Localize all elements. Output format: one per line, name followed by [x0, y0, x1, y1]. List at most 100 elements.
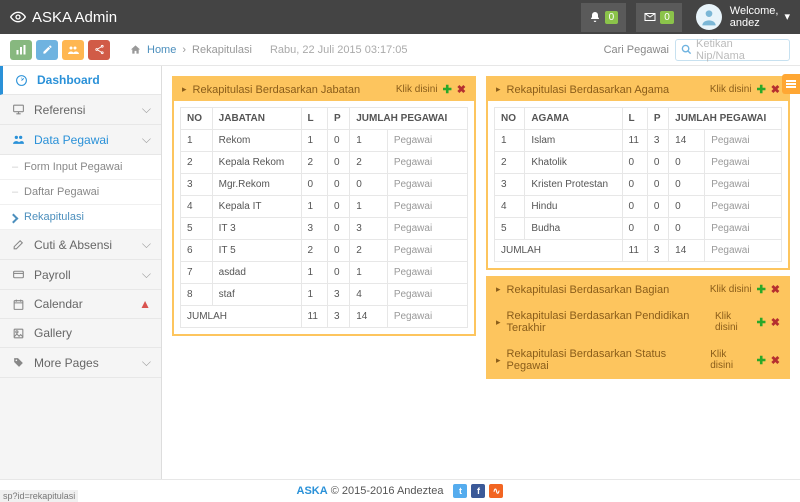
chevron-right-icon: ▸ [496, 284, 501, 295]
sidebar-item-gallery[interactable]: Gallery [0, 319, 161, 348]
sidebar-sub-form-input[interactable]: Form Input Pegawai [0, 155, 161, 180]
table-row: 3Kristen Protestan000Pegawai [495, 174, 782, 196]
edit-icon [12, 238, 25, 251]
table-jabatan: NO JABATAN L P JUMLAH PEGAWAI 1Rekom101P… [180, 107, 468, 328]
table-row: 1Rekom101Pegawai [181, 130, 468, 152]
brand[interactable]: ASKA Admin [10, 9, 117, 26]
breadcrumb: Home › Rekapitulasi Rabu, 22 Juli 2015 0… [130, 44, 408, 56]
sidebar-sub-rekapitulasi[interactable]: Rekapitulasi [0, 205, 161, 230]
chevron-down-icon: ⌵ [142, 355, 151, 370]
search-label: Cari Pegawai [604, 44, 669, 56]
breadcrumb-date: Rabu, 22 Juli 2015 03:17:05 [270, 44, 408, 56]
panel-agama-header[interactable]: ▸ Rekapitulasi Berdasarkan Agama Klik di… [488, 78, 788, 101]
image-icon [12, 327, 25, 340]
notifications-bell[interactable]: 0 [581, 3, 627, 32]
menu-icon [786, 83, 796, 85]
user-menu[interactable]: Welcome, andez ▾ [696, 4, 790, 30]
user-name: andez [730, 17, 779, 29]
facebook-icon[interactable]: f [471, 484, 485, 498]
warning-icon: ▲ [139, 297, 151, 311]
card-icon [12, 268, 25, 281]
table-row: 8staf134Pegawai [181, 284, 468, 306]
rss-icon[interactable]: ∿ [489, 484, 503, 498]
close-icon[interactable]: ✖ [771, 316, 780, 329]
panel-jabatan-header[interactable]: ▸ Rekapitulasi Berdasarkan Jabatan Klik … [174, 78, 474, 101]
avatar [696, 4, 722, 30]
chevron-right-icon: ▸ [182, 84, 187, 95]
table-row: 5Budha000Pegawai [495, 218, 782, 240]
close-icon[interactable]: ✖ [771, 83, 780, 96]
plus-icon[interactable]: ✚ [443, 83, 452, 96]
panel-header[interactable]: ▸Rekapitulasi Berdasarkan Status Pegawai… [488, 343, 788, 377]
search-icon [681, 44, 692, 55]
chevron-right-icon: ▸ [496, 317, 501, 328]
table-total-row: JUMLAH11314Pegawai [181, 306, 468, 328]
table-row: 4Hindu000Pegawai [495, 196, 782, 218]
eye-icon [10, 9, 26, 25]
caret-down-icon: ▾ [784, 11, 790, 23]
sidebar-item-referensi[interactable]: Referensi⌵ [0, 95, 161, 125]
plus-icon[interactable]: ✚ [757, 316, 766, 329]
sidebar-item-calendar[interactable]: Calendar▲ [0, 290, 161, 319]
desktop-icon [12, 103, 25, 116]
chevron-down-icon: ⌵ [142, 267, 151, 282]
plus-icon[interactable]: ✚ [757, 83, 766, 96]
panel-header[interactable]: ▸Rekapitulasi Berdasarkan BagianKlik dis… [488, 278, 788, 301]
tag-icon [12, 356, 25, 369]
breadcrumb-home[interactable]: Home [147, 44, 176, 56]
table-total-row: JUMLAH11314Pegawai [495, 240, 782, 262]
status-bar: sp?id=rekapitulasi [0, 490, 78, 502]
sidebar-item-more[interactable]: More Pages⌵ [0, 348, 161, 378]
plus-icon[interactable]: ✚ [757, 354, 766, 367]
panel-collapsed: ▸Rekapitulasi Berdasarkan Pendidikan Ter… [486, 303, 790, 341]
table-row: 3Mgr.Rekom000Pegawai [181, 174, 468, 196]
table-row: 7asdad101Pegawai [181, 262, 468, 284]
calendar-icon [12, 298, 25, 311]
notifications-mail[interactable]: 0 [636, 3, 682, 32]
quick-edit-button[interactable] [36, 40, 58, 60]
chevron-down-icon: ⌵ [142, 102, 151, 117]
bell-badge: 0 [605, 11, 619, 24]
quick-users-button[interactable] [62, 40, 84, 60]
users-icon [12, 133, 25, 146]
sidebar: Dashboard Referensi⌵ Data Pegawai⌵ Form … [0, 66, 162, 479]
table-row: 2Kepala Rekom202Pegawai [181, 152, 468, 174]
close-icon[interactable]: ✖ [771, 354, 780, 367]
home-icon [130, 44, 141, 55]
table-row: 1Islam11314Pegawai [495, 130, 782, 152]
footer: ASKA © 2015-2016 Andeztea t f ∿ [0, 479, 800, 502]
close-icon[interactable]: ✖ [771, 283, 780, 296]
settings-handle[interactable] [782, 74, 800, 94]
welcome-text: Welcome, [730, 5, 779, 17]
sidebar-item-dashboard[interactable]: Dashboard [0, 66, 161, 95]
breadcrumb-current: Rekapitulasi [192, 44, 252, 56]
bell-icon [589, 11, 601, 23]
quick-stats-button[interactable] [10, 40, 32, 60]
table-row: 2Khatolik000Pegawai [495, 152, 782, 174]
table-row: 4Kepala IT101Pegawai [181, 196, 468, 218]
close-icon[interactable]: ✖ [457, 83, 466, 96]
panel-collapsed: ▸Rekapitulasi Berdasarkan BagianKlik dis… [486, 276, 790, 303]
chevron-down-icon: ⌵ [142, 132, 151, 147]
brand-text: ASKA Admin [32, 9, 117, 26]
chevron-right-icon: ▸ [496, 355, 501, 366]
plus-icon[interactable]: ✚ [757, 283, 766, 296]
panel-agama: ▸ Rekapitulasi Berdasarkan Agama Klik di… [486, 76, 790, 270]
sidebar-item-data-pegawai[interactable]: Data Pegawai⌵ [0, 125, 161, 155]
sidebar-item-cuti[interactable]: Cuti & Absensi⌵ [0, 230, 161, 260]
quick-share-button[interactable] [88, 40, 110, 60]
panel-header[interactable]: ▸Rekapitulasi Berdasarkan Pendidikan Ter… [488, 305, 788, 339]
panel-jabatan: ▸ Rekapitulasi Berdasarkan Jabatan Klik … [172, 76, 476, 336]
table-agama: NO AGAMA L P JUMLAH PEGAWAI 1Islam11314P… [494, 107, 782, 262]
table-row: 6IT 5202Pegawai [181, 240, 468, 262]
mail-icon [644, 11, 656, 23]
sidebar-sub-daftar[interactable]: Daftar Pegawai [0, 180, 161, 205]
mail-badge: 0 [660, 11, 674, 24]
sidebar-item-payroll[interactable]: Payroll⌵ [0, 260, 161, 290]
search-input[interactable]: Ketikan Nip/Nama [675, 39, 790, 61]
twitter-icon[interactable]: t [453, 484, 467, 498]
search-placeholder: Ketikan Nip/Nama [696, 38, 784, 62]
panel-collapsed: ▸Rekapitulasi Berdasarkan Status Pegawai… [486, 341, 790, 379]
dashboard-icon [15, 74, 28, 87]
table-row: 5IT 3303Pegawai [181, 218, 468, 240]
